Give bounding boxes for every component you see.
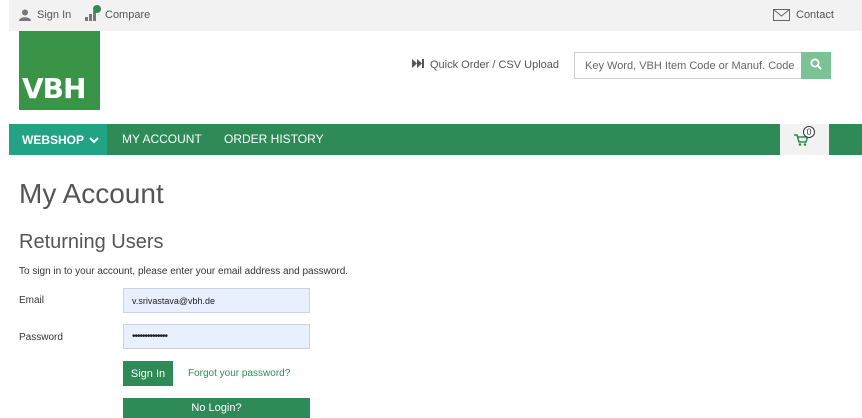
user-icon [19, 9, 31, 21]
search-box [574, 52, 831, 79]
nav-my-account[interactable]: MY ACCOUNT [122, 124, 202, 155]
compare-label: Compare [105, 9, 151, 21]
vbh-logo[interactable]: VBH [19, 31, 100, 110]
instructions-text: To sign in to your account, please enter… [19, 266, 349, 277]
search-icon [810, 57, 822, 75]
compare-badge [93, 5, 101, 13]
search-button[interactable] [801, 52, 831, 79]
quick-order-link[interactable]: Quick Order / CSV Upload [412, 59, 559, 71]
nav-order-history[interactable]: ORDER HISTORY [224, 124, 324, 155]
nav-webshop[interactable]: WEBSHOP [9, 124, 107, 155]
compare-icon [85, 5, 101, 21]
section-title: Returning Users [19, 231, 164, 253]
search-input[interactable] [575, 53, 801, 78]
password-field[interactable]: •••••••••••••• [123, 324, 310, 349]
forgot-password-link[interactable]: Forgot your password? [188, 368, 290, 379]
sign-in-button[interactable]: Sign In [123, 361, 173, 386]
logo-text: VBH [22, 72, 86, 105]
sign-in-link[interactable]: Sign In [19, 9, 71, 21]
page-title: My Account [19, 178, 164, 209]
skip-forward-icon [412, 59, 424, 71]
envelope-icon [773, 9, 790, 21]
nav-webshop-label: WEBSHOP [22, 132, 85, 147]
compare-link[interactable]: Compare [85, 5, 151, 21]
chevron-down-icon [89, 133, 99, 147]
sign-in-label: Sign In [37, 9, 72, 21]
contact-link[interactable]: Contact [773, 9, 834, 21]
contact-label: Contact [796, 9, 834, 21]
email-label: Email [19, 295, 45, 306]
cart-button[interactable]: 0 [780, 124, 829, 155]
no-login-button[interactable]: No Login? [123, 398, 310, 418]
quick-order-label: Quick Order / CSV Upload [430, 59, 559, 71]
top-utility-bar: Sign In Compare Contact [9, 0, 862, 31]
main-nav: WEBSHOP MY ACCOUNT ORDER HISTORY 0 [9, 124, 862, 155]
cart-count-badge: 0 [803, 126, 815, 138]
password-label: Password [19, 332, 63, 343]
email-field[interactable]: v.srivastava@vbh.de [123, 288, 310, 313]
